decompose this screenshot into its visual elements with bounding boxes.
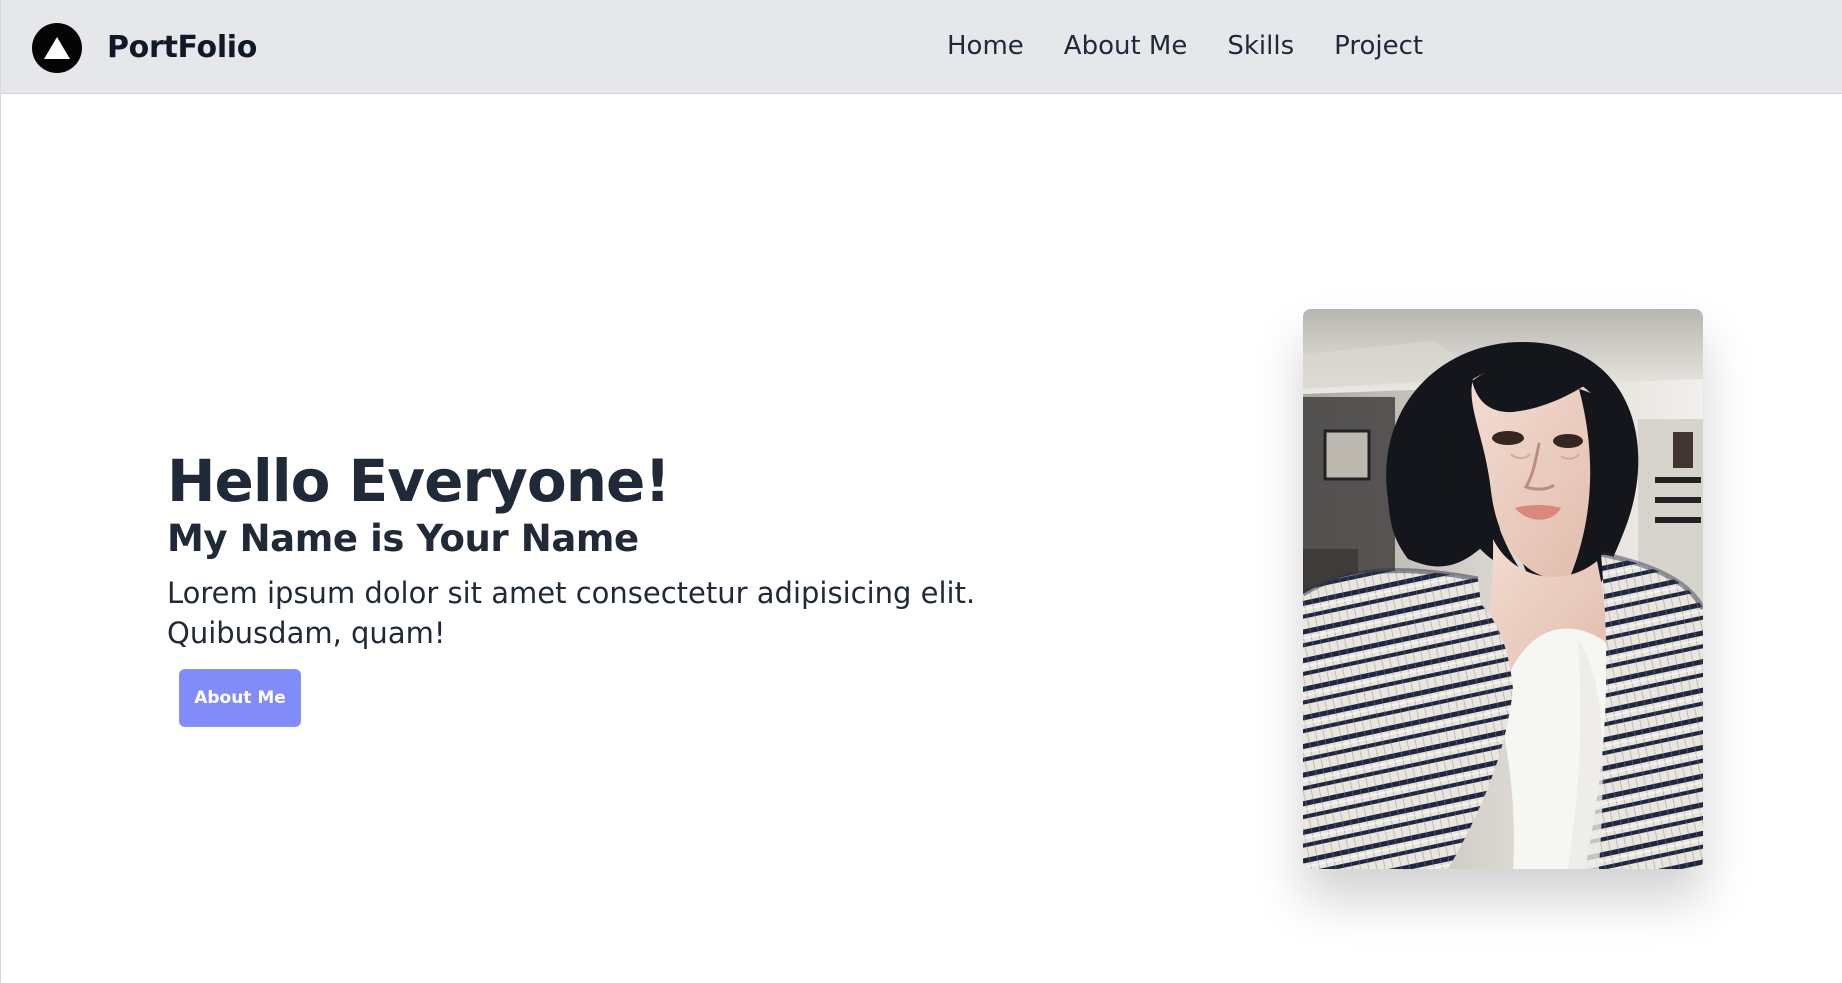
hero-content: Hello Everyone! My Name is Your Name Lor… [167, 452, 1027, 727]
about-me-button[interactable]: About Me [179, 669, 301, 727]
top-navbar: PortFolio Home About Me Skills Project [1, 0, 1842, 94]
main-navigation: Home About Me Skills Project [947, 31, 1423, 62]
nav-project-link[interactable]: Project [1334, 31, 1423, 62]
nav-about-me-link[interactable]: About Me [1064, 31, 1188, 62]
nav-skills-link[interactable]: Skills [1227, 31, 1294, 62]
profile-photo [1303, 309, 1703, 869]
hero-description: Lorem ipsum dolor sit amet consectetur a… [167, 576, 976, 650]
nav-home-link[interactable]: Home [947, 31, 1024, 62]
profile-photo-card [1303, 309, 1703, 869]
brand-name: PortFolio [107, 30, 258, 65]
portfolio-page: PortFolio Home About Me Skills Project H… [0, 0, 1842, 983]
hero-subtitle: My Name is Your Name [167, 517, 639, 560]
triangle-logo-icon [32, 23, 82, 73]
portfolio-logo-link[interactable]: PortFolio [32, 23, 257, 73]
hero-title: Hello Everyone! [167, 447, 671, 515]
